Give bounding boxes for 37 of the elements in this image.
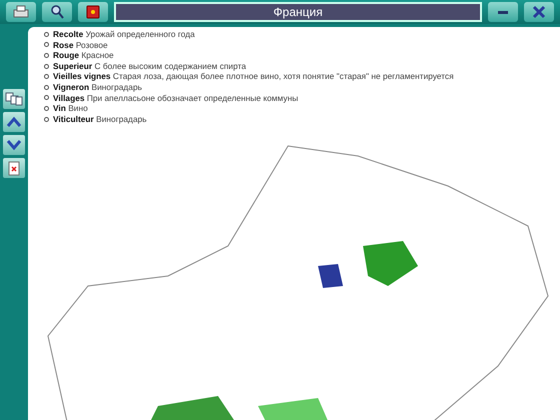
- close-icon: [532, 5, 546, 19]
- scroll-up-button[interactable]: [3, 112, 25, 132]
- bullet-icon: [44, 106, 49, 111]
- chevron-down-icon: [6, 139, 22, 151]
- bullet-icon: [44, 116, 49, 122]
- glossary-entry: Rouge Красное: [53, 50, 114, 61]
- printer-icon: [12, 5, 30, 19]
- close-button[interactable]: [524, 2, 554, 22]
- bullet-icon: [44, 84, 49, 90]
- window-title: Франция: [114, 2, 482, 22]
- glossary-entry: Recolte Урожай определенного года: [53, 29, 195, 40]
- pages-icon: [5, 92, 23, 106]
- book-icon: [85, 4, 101, 20]
- document-button[interactable]: [3, 158, 25, 178]
- glossary-entry: Vin Вино: [53, 103, 88, 114]
- bullet-icon: [44, 74, 49, 80]
- book-button[interactable]: [78, 2, 108, 22]
- bullet-icon: [44, 64, 49, 69]
- scroll-down-button[interactable]: [3, 135, 25, 155]
- search-icon: [49, 4, 65, 20]
- bullet-icon: [44, 32, 49, 37]
- glossary-entry: Vigneron Виноградарь: [53, 82, 142, 93]
- glossary-entry: Viticulteur Виноградарь: [53, 114, 147, 124]
- search-button[interactable]: [42, 2, 72, 22]
- glossary-entry: Vieilles vignes Старая лоза, дающая более плотное вино, хотя понятие "старая" не регламентируется: [53, 71, 454, 82]
- bullet-icon: [44, 95, 49, 100]
- glossary-entry: Superieur С более высоким содержанием спирта: [53, 60, 246, 72]
- bullet-icon: [44, 52, 49, 58]
- document-icon: [8, 160, 20, 176]
- bullet-icon: [44, 42, 49, 48]
- glossary-entry: Villages При апелласьоне обозначает определенные коммуны: [53, 92, 298, 104]
- minimize-button[interactable]: [488, 2, 518, 22]
- glossary-entry: Rose Розовое: [53, 40, 108, 50]
- printer-button[interactable]: [6, 2, 36, 22]
- pages-button[interactable]: [3, 89, 25, 109]
- chevron-up-icon: [6, 116, 22, 128]
- minimize-icon: [498, 10, 508, 14]
